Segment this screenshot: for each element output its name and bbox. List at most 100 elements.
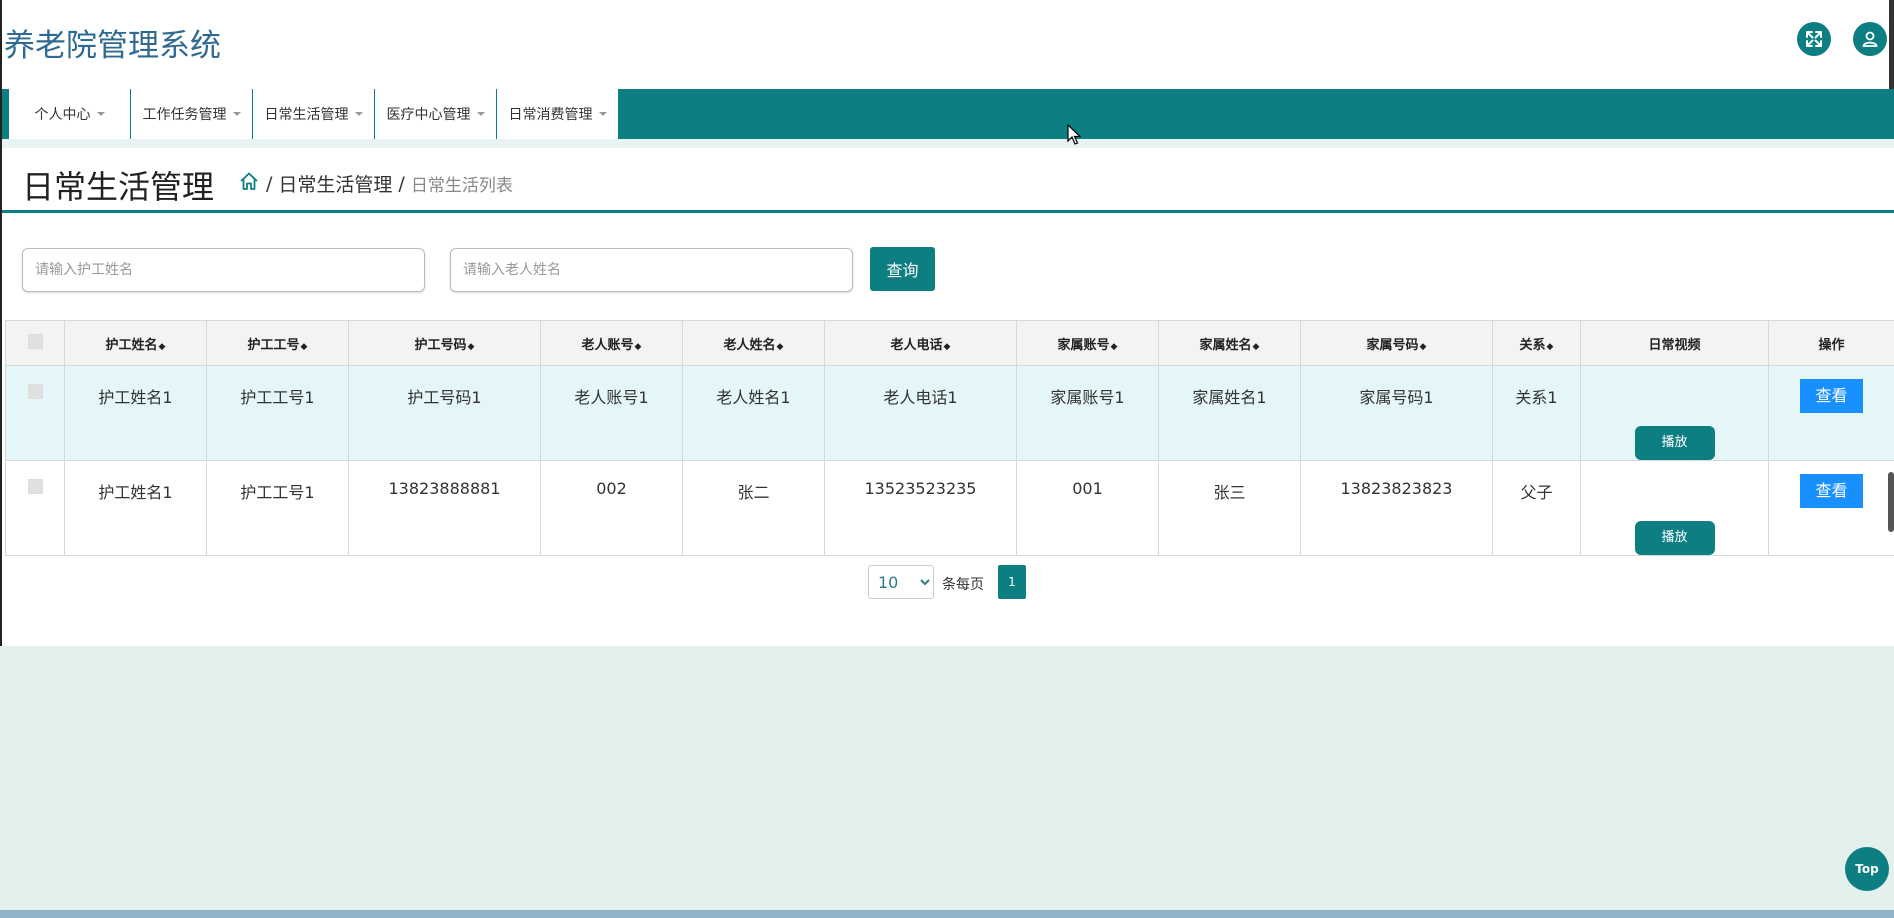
sort-icon: ◆	[467, 341, 475, 352]
column-header[interactable]: 家属账号◆	[1016, 320, 1159, 366]
row-checkbox[interactable]	[27, 384, 43, 399]
table-cell: 13523523235	[824, 460, 1017, 556]
taskbar-strip	[0, 910, 1894, 918]
table-cell: 002	[540, 460, 683, 556]
column-header[interactable]: 老人账号◆	[540, 320, 683, 366]
expand-icon[interactable]	[1797, 22, 1831, 56]
nav-item-label: 个人中心	[34, 107, 91, 123]
nav-item-medical-center[interactable]: 医疗中心管理	[375, 89, 497, 139]
nav-divider	[0, 139, 1894, 148]
breadcrumb-current: 日常生活列表	[410, 176, 513, 196]
table-cell: 护工姓名1	[64, 365, 207, 461]
column-header: 操作	[1768, 320, 1894, 366]
user-icon[interactable]	[1853, 22, 1887, 56]
chevron-down-icon	[476, 112, 485, 116]
sort-icon: ◆	[776, 341, 784, 352]
view-button[interactable]: 查看	[1800, 474, 1863, 508]
video-cell: 播放	[1580, 460, 1769, 556]
chevron-down-icon	[354, 112, 363, 116]
column-header[interactable]: 护工工号◆	[206, 320, 349, 366]
table-cell: 护工姓名1	[64, 460, 207, 556]
table-cell: 老人姓名1	[682, 365, 825, 461]
select-all-checkbox[interactable]	[27, 333, 43, 349]
page-size-select[interactable]: 10	[868, 565, 934, 599]
column-header[interactable]: 家属姓名◆	[1158, 320, 1301, 366]
sort-icon: ◆	[1419, 341, 1427, 352]
row-select-cell[interactable]	[5, 460, 65, 556]
sort-icon: ◆	[300, 341, 308, 352]
mouse-cursor-icon	[1067, 123, 1082, 150]
action-cell: 查看	[1768, 365, 1894, 461]
column-header[interactable]: 护工号码◆	[348, 320, 541, 366]
per-page-label: 条每页	[942, 577, 984, 593]
caregiver-name-search-input[interactable]	[22, 248, 425, 292]
chevron-down-icon	[598, 112, 607, 116]
column-header: 日常视频	[1580, 320, 1769, 366]
daily-life-table: 护工姓名◆ 护工工号◆ 护工号码◆ 老人账号◆ 老人姓名◆ 老人电话◆ 家属账号…	[5, 320, 1894, 556]
table-cell: 张三	[1158, 460, 1301, 556]
main-nav: 个人中心 工作任务管理 日常生活管理 医疗中心管理 日常消费管理	[0, 89, 1894, 139]
breadcrumb-section[interactable]: 日常生活管理	[278, 170, 392, 197]
nav-item-daily-life[interactable]: 日常生活管理	[253, 89, 375, 139]
column-header[interactable]: 护工姓名◆	[64, 320, 207, 366]
scrollbar-handle[interactable]	[1888, 472, 1894, 532]
table-cell: 父子	[1492, 460, 1581, 556]
heading-divider	[2, 210, 1894, 213]
sort-icon: ◆	[1546, 341, 1554, 352]
table-row: 护工姓名1 护工工号1 13823888881 002 张二 135235232…	[5, 460, 1894, 556]
play-button[interactable]: 播放	[1634, 426, 1715, 460]
nav-item-label: 工作任务管理	[142, 107, 227, 123]
chevron-down-icon	[232, 112, 241, 116]
table-header-row: 护工姓名◆ 护工工号◆ 护工号码◆ 老人账号◆ 老人姓名◆ 老人电话◆ 家属账号…	[5, 320, 1894, 366]
nav-item-label: 日常消费管理	[508, 107, 593, 123]
column-header[interactable]: 老人姓名◆	[682, 320, 825, 366]
row-checkbox[interactable]	[27, 479, 43, 494]
page-title: 日常生活管理	[22, 168, 215, 206]
table-cell: 关系1	[1492, 365, 1581, 461]
select-all-cell[interactable]	[5, 320, 65, 366]
back-to-top-button[interactable]: Top	[1845, 847, 1889, 891]
app-header: 养老院管理系统	[0, 0, 1894, 89]
sort-icon: ◆	[1110, 341, 1118, 352]
table-cell: 13823888881	[348, 460, 541, 556]
sort-icon: ◆	[943, 341, 951, 352]
table-cell: 13823823823	[1300, 460, 1493, 556]
table-cell: 护工工号1	[206, 460, 349, 556]
home-icon[interactable]	[238, 170, 260, 197]
table-cell: 护工号码1	[348, 365, 541, 461]
page-number-button[interactable]: 1	[998, 565, 1026, 599]
table-cell: 家属姓名1	[1158, 365, 1301, 461]
table-cell: 护工工号1	[206, 365, 349, 461]
chevron-down-icon	[96, 112, 105, 116]
nav-item-personal-center[interactable]: 个人中心	[9, 89, 131, 139]
row-select-cell[interactable]	[5, 365, 65, 461]
column-header[interactable]: 家属号码◆	[1300, 320, 1493, 366]
table-cell: 家属号码1	[1300, 365, 1493, 461]
view-button[interactable]: 查看	[1800, 379, 1863, 413]
sort-icon: ◆	[158, 341, 166, 352]
action-cell: 查看	[1768, 460, 1894, 556]
table-cell: 001	[1016, 460, 1159, 556]
nav-item-label: 医疗中心管理	[386, 107, 471, 123]
table-cell: 张二	[682, 460, 825, 556]
sort-icon: ◆	[1252, 341, 1260, 352]
column-header[interactable]: 老人电话◆	[824, 320, 1017, 366]
nav-item-daily-consumption[interactable]: 日常消费管理	[497, 89, 619, 139]
breadcrumb-separator: /	[266, 172, 273, 195]
table-cell: 家属账号1	[1016, 365, 1159, 461]
column-header[interactable]: 关系◆	[1492, 320, 1581, 366]
table-row: 护工姓名1 护工工号1 护工号码1 老人账号1 老人姓名1 老人电话1 家属账号…	[5, 365, 1894, 461]
table-cell: 老人账号1	[540, 365, 683, 461]
video-cell: 播放	[1580, 365, 1769, 461]
nav-item-work-tasks[interactable]: 工作任务管理	[131, 89, 253, 139]
sort-icon: ◆	[634, 341, 642, 352]
table-cell: 老人电话1	[824, 365, 1017, 461]
breadcrumb: / 日常生活管理 / 日常生活列表	[238, 170, 513, 197]
elder-name-search-input[interactable]	[450, 248, 853, 292]
search-button[interactable]: 查询	[870, 247, 935, 291]
content-panel: 日常生活管理 / 日常生活管理 / 日常生活列表 查询 护工姓名◆ 护工工号◆ …	[0, 148, 1894, 646]
nav-item-label: 日常生活管理	[264, 107, 349, 123]
play-button[interactable]: 播放	[1634, 521, 1715, 555]
breadcrumb-separator: /	[398, 172, 405, 195]
app-title: 养老院管理系统	[4, 28, 221, 64]
